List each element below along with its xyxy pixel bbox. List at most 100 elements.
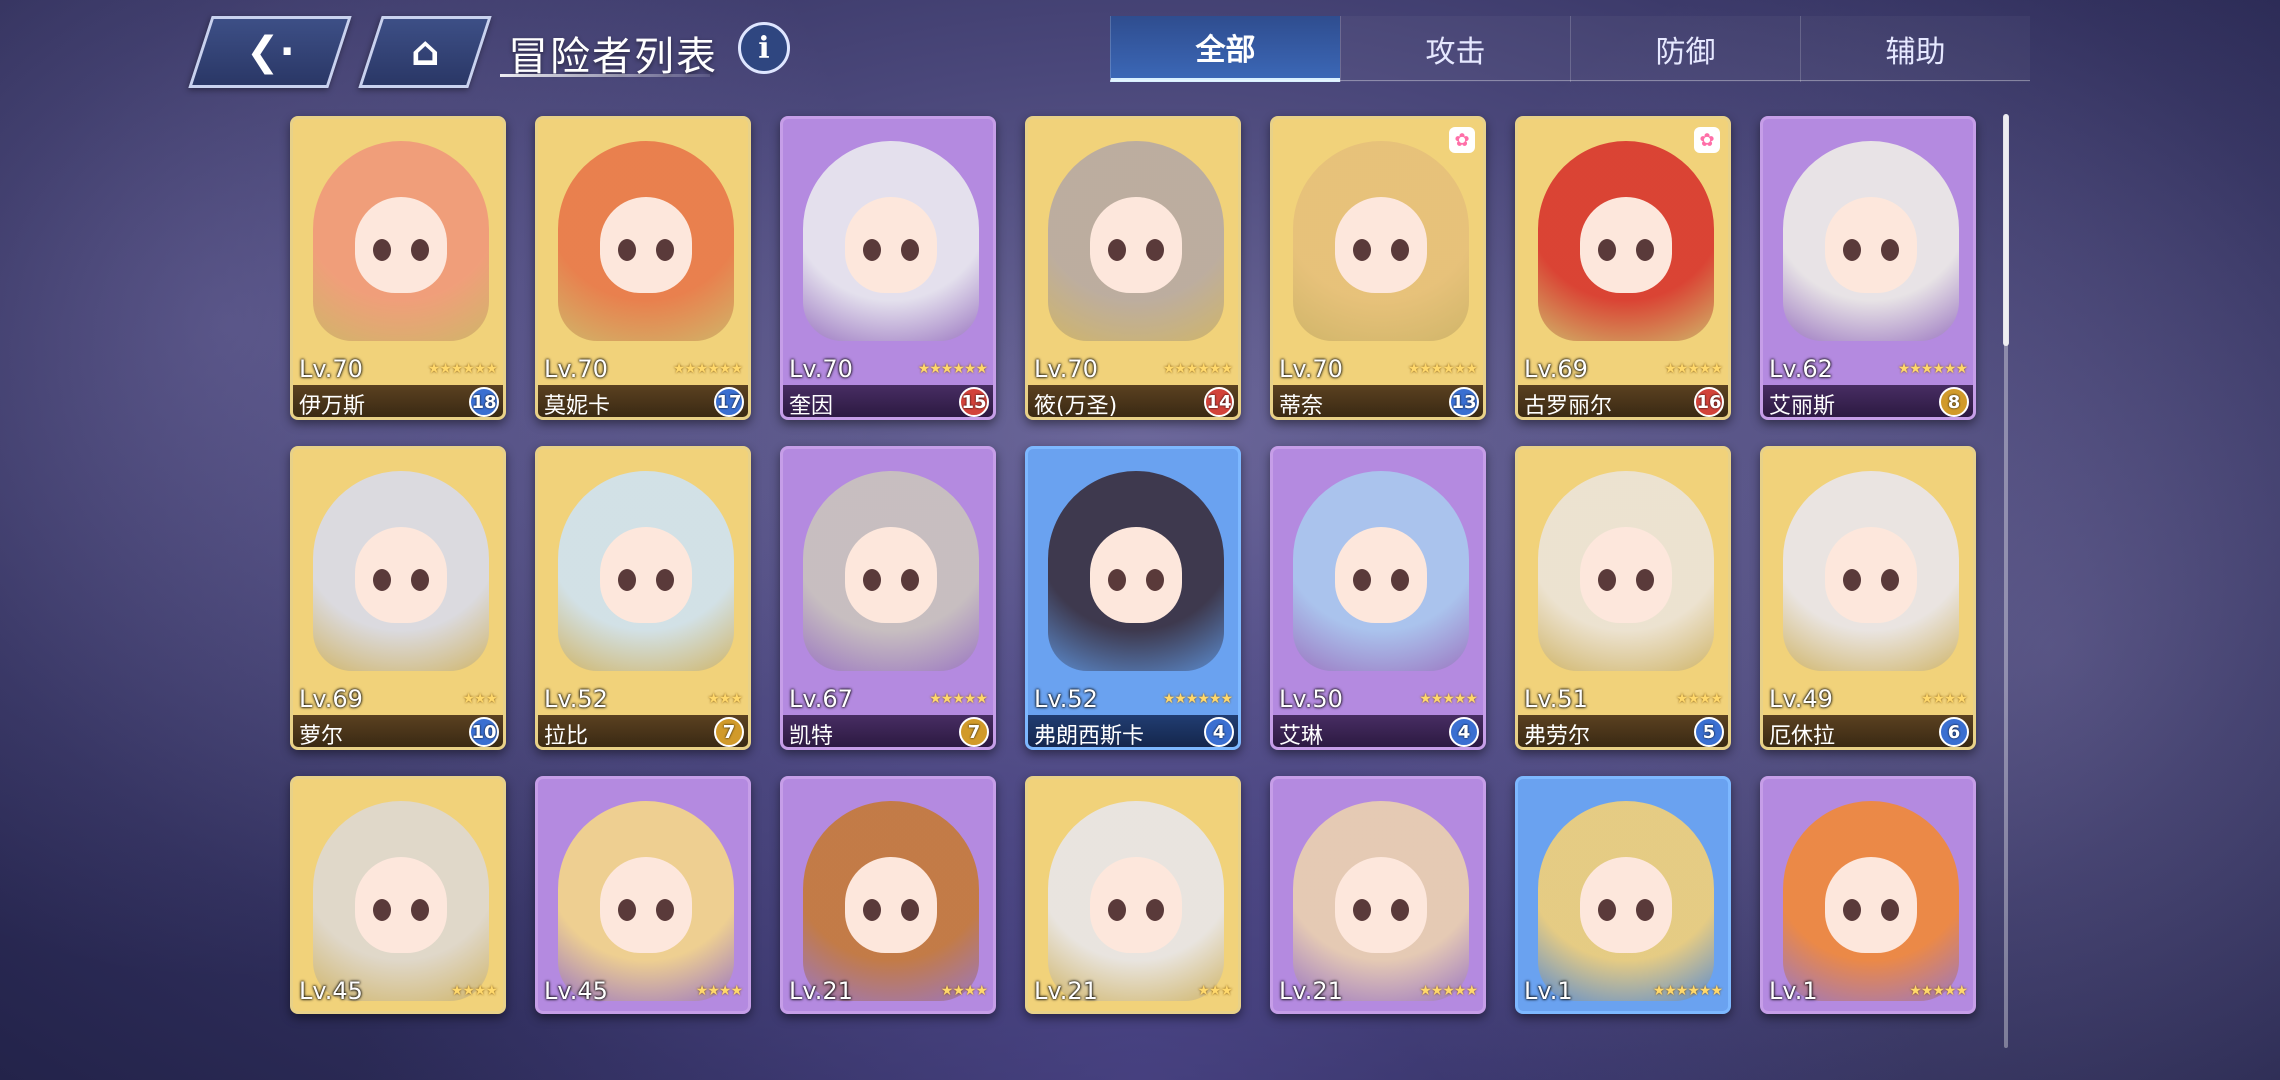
back-button[interactable]: ❮· — [188, 16, 352, 88]
portrait-eye — [1881, 899, 1899, 921]
tab-all[interactable]: 全部 — [1110, 16, 1340, 82]
name-bar: 厄休拉 6 — [1763, 715, 1973, 747]
rank-badge: 6 — [1939, 717, 1969, 747]
adventurer-card[interactable]: Lv.69 ★★★ 萝尔 10 — [290, 446, 506, 750]
adventurer-level: Lv.67 — [789, 685, 853, 713]
portrait-face — [1090, 527, 1182, 623]
adventurer-name: 莫妮卡 — [544, 394, 611, 419]
portrait-eye — [1843, 899, 1861, 921]
portrait-eye — [1353, 239, 1371, 261]
star-rating: ★★★ — [462, 691, 498, 707]
portrait-face — [845, 197, 937, 293]
info-button[interactable]: i — [738, 22, 790, 74]
star-rating: ★★★★★★ — [1162, 361, 1233, 377]
adventurer-card[interactable]: Lv.70 ★★★★★★ 筱(万圣) 14 — [1025, 116, 1241, 420]
portrait-face — [1825, 197, 1917, 293]
adventurer-level: Lv.49 — [1769, 685, 1833, 713]
rank-badge: 7 — [714, 717, 744, 747]
portrait-eye — [901, 239, 919, 261]
adventurer-name: 筱(万圣) — [1034, 394, 1118, 419]
adventurer-level: Lv.1 — [1524, 977, 1573, 1005]
portrait-eye — [618, 899, 636, 921]
info-icon: i — [758, 30, 770, 66]
adventurer-card[interactable]: Lv.67 ★★★★★ 凯特 7 — [780, 446, 996, 750]
star-rating: ★★★★ — [1675, 691, 1723, 707]
adventurer-card[interactable]: Lv.51 ★★★★ 弗劳尔 5 — [1515, 446, 1731, 750]
rank-badge: 15 — [959, 387, 989, 417]
adventurer-card[interactable]: Lv.1 ★★★★★★ — [1515, 776, 1731, 1014]
portrait-eye — [618, 569, 636, 591]
adventurer-name: 弗劳尔 — [1524, 724, 1591, 749]
portrait-eye — [863, 569, 881, 591]
adventurer-card[interactable]: Lv.1 ★★★★★ — [1760, 776, 1976, 1014]
rank-badge: 10 — [469, 717, 499, 747]
star-rating: ★★★★★★ — [1407, 361, 1478, 377]
home-button[interactable]: ⌂ — [358, 16, 492, 88]
adventurer-name: 伊万斯 — [299, 394, 366, 419]
portrait-eye — [1881, 239, 1899, 261]
adventurer-card[interactable]: Lv.52 ★★★★★★ 弗朗西斯卡 4 — [1025, 446, 1241, 750]
portrait-eye — [1636, 569, 1654, 591]
adventurer-level: Lv.21 — [789, 977, 853, 1005]
adventurer-card[interactable]: Lv.21 ★★★★ — [780, 776, 996, 1014]
name-bar: 弗朗西斯卡 4 — [1028, 715, 1238, 749]
portrait-eye — [1391, 899, 1409, 921]
portrait-face — [355, 527, 447, 623]
adventurer-name: 蒂奈 — [1279, 394, 1324, 419]
portrait-face — [1335, 857, 1427, 953]
name-bar: 莫妮卡 17 — [538, 385, 748, 419]
rank-badge: 4 — [1449, 717, 1479, 747]
role-tabs: 全部 攻击 防御 辅助 — [1110, 16, 2030, 82]
rank-badge: 4 — [1204, 717, 1234, 747]
adventurer-card[interactable]: ✿ Lv.69 ★★★★★ 古罗丽尔 16 — [1515, 116, 1731, 420]
scrollbar-thumb[interactable] — [2003, 114, 2009, 346]
adventurer-card[interactable]: Lv.62 ★★★★★★ 艾丽斯 8 — [1760, 116, 1976, 420]
name-bar: 拉比 7 — [538, 715, 748, 747]
adventurer-name: 弗朗西斯卡 — [1034, 724, 1145, 749]
adventurer-card[interactable]: Lv.70 ★★★★★★ 伊万斯 18 — [290, 116, 506, 420]
adventurer-card[interactable]: Lv.70 ★★★★★★ 莫妮卡 17 — [535, 116, 751, 420]
adventurer-level: Lv.70 — [1279, 355, 1343, 383]
adventurer-level: Lv.70 — [789, 355, 853, 383]
portrait-face — [1580, 527, 1672, 623]
rank-badge: 13 — [1449, 387, 1479, 417]
rank-badge: 5 — [1694, 717, 1724, 747]
portrait-eye — [1353, 569, 1371, 591]
tab-attack[interactable]: 攻击 — [1340, 16, 1570, 82]
adventurer-card[interactable]: Lv.45 ★★★★ — [535, 776, 751, 1014]
adventurer-card[interactable]: ✿ Lv.70 ★★★★★★ 蒂奈 13 — [1270, 116, 1486, 420]
portrait-eye — [863, 899, 881, 921]
star-rating: ★★★ — [1197, 983, 1233, 999]
adventurer-name: 萝尔 — [299, 724, 344, 749]
name-bar: 弗劳尔 5 — [1518, 715, 1728, 749]
name-bar: 萝尔 10 — [293, 715, 503, 749]
adventurer-card[interactable]: Lv.21 ★★★★★ — [1270, 776, 1486, 1014]
tab-divider — [1110, 80, 2030, 81]
adventurer-card[interactable]: Lv.50 ★★★★★ 艾琳 4 — [1270, 446, 1486, 750]
rank-badge: 7 — [959, 717, 989, 747]
adventurer-card[interactable]: Lv.21 ★★★ — [1025, 776, 1241, 1014]
portrait-eye — [1598, 239, 1616, 261]
tab-support[interactable]: 辅助 — [1800, 16, 2030, 82]
portrait-eye — [901, 569, 919, 591]
portrait-eye — [1108, 239, 1126, 261]
portrait-eye — [1636, 239, 1654, 261]
adventurer-level: Lv.70 — [1034, 355, 1098, 383]
adventurer-card[interactable]: Lv.70 ★★★★★★ 奎因 15 — [780, 116, 996, 420]
adventurer-card[interactable]: Lv.49 ★★★★ 厄休拉 6 — [1760, 446, 1976, 750]
star-rating: ★★★★★★ — [1162, 691, 1233, 707]
portrait-face — [355, 857, 447, 953]
portrait-face — [600, 197, 692, 293]
portrait-face — [355, 197, 447, 293]
adventurer-card[interactable]: Lv.45 ★★★★ — [290, 776, 506, 1014]
star-rating: ★★★★ — [450, 983, 498, 999]
portrait-eye — [656, 569, 674, 591]
portrait-face — [1825, 857, 1917, 953]
tab-defense[interactable]: 防御 — [1570, 16, 1800, 82]
name-bar: 古罗丽尔 16 — [1518, 385, 1728, 417]
name-bar: 凯特 7 — [783, 715, 993, 747]
portrait-eye — [1353, 899, 1371, 921]
adventurer-card[interactable]: Lv.52 ★★★ 拉比 7 — [535, 446, 751, 750]
star-rating: ★★★★★★ — [1897, 361, 1968, 377]
rank-badge: 14 — [1204, 387, 1234, 417]
